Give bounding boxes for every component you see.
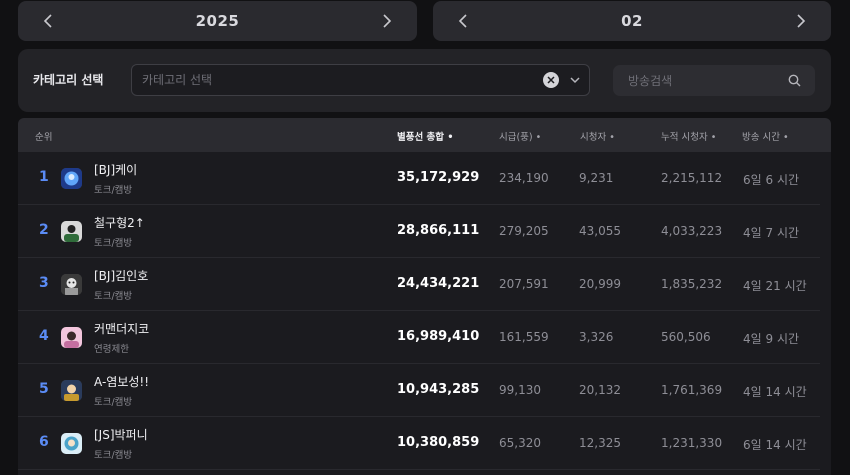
clear-icon[interactable]: [543, 72, 559, 88]
streamer-name[interactable]: 커맨더지코: [94, 320, 149, 337]
rank-number: 1: [39, 169, 49, 185]
streamer-category: 토크/캠방: [94, 291, 133, 302]
prev-year-button[interactable]: [38, 11, 58, 31]
rank-number: 4: [39, 328, 49, 344]
cumulative-viewers: 1,835,232: [661, 277, 723, 291]
hourly-balloons: 65,320: [499, 436, 541, 450]
ranking-table-body: 1 [BJ]케이 토크/캠방 35,172,929 234,190 9,231 …: [18, 152, 831, 475]
viewer-count: 20,132: [579, 383, 621, 397]
avatar[interactable]: [61, 221, 82, 242]
chevron-left-icon: [458, 14, 467, 28]
rank-number: 6: [39, 434, 49, 450]
streamer-name[interactable]: A-염보성!!: [94, 373, 149, 390]
broadcast-time: 6일 6 시간: [743, 173, 800, 187]
sort-dot-icon: •: [447, 132, 454, 143]
broadcast-time: 4일 7 시간: [743, 226, 800, 240]
table-scrollbar[interactable]: [820, 152, 823, 475]
hourly-balloons: 207,591: [499, 277, 549, 291]
category-input[interactable]: [142, 65, 522, 95]
table-row[interactable]: 6 [JS]박퍼니 토크/캠방 10,380,859 65,320 12,325…: [18, 417, 823, 470]
header-rank: 순위: [35, 132, 53, 143]
hourly-balloons: 99,130: [499, 383, 541, 397]
streamer-name[interactable]: [BJ]김인호: [94, 267, 148, 284]
header-total-sort[interactable]: 별풍선 총합 •: [397, 129, 453, 143]
rank-number: 3: [39, 275, 49, 291]
streamer-category: 토크/캠방: [94, 450, 133, 461]
avatar[interactable]: [61, 327, 82, 348]
total-balloons: 10,943,285: [397, 382, 480, 397]
broadcast-time: 4일 21 시간: [743, 279, 807, 293]
streamer-category: 연령제한: [94, 344, 129, 355]
sort-dot-icon: •: [783, 132, 789, 143]
year-selector: 2025: [18, 1, 417, 41]
rank-number: 5: [39, 381, 49, 397]
streamer-name[interactable]: [BJ]케이: [94, 161, 137, 178]
broadcast-search-box[interactable]: [613, 65, 815, 96]
streamer-category: 토크/캠방: [94, 397, 133, 408]
next-year-button[interactable]: [377, 11, 397, 31]
table-row[interactable]: 1 [BJ]케이 토크/캠방 35,172,929 234,190 9,231 …: [18, 152, 823, 205]
streamer-category: 토크/캠방: [94, 238, 133, 249]
avatar[interactable]: [61, 274, 82, 295]
broadcast-time: 4일 14 시간: [743, 385, 807, 399]
chevron-left-icon: [43, 14, 52, 28]
total-balloons: 16,989,410: [397, 329, 480, 344]
category-select[interactable]: [131, 64, 590, 96]
cumulative-viewers: 1,231,330: [661, 436, 723, 450]
total-balloons: 35,172,929: [397, 170, 480, 185]
prev-month-button[interactable]: [453, 11, 473, 31]
month-value: 02: [621, 12, 643, 30]
cumulative-viewers: 4,033,223: [661, 224, 723, 238]
header-hourly-sort[interactable]: 시급(풍) •: [499, 129, 541, 143]
total-balloons: 24,434,221: [397, 276, 480, 291]
chevron-down-icon[interactable]: [569, 74, 581, 86]
avatar[interactable]: [61, 168, 82, 189]
filter-panel: 카테고리 선택: [18, 49, 831, 112]
avatar[interactable]: [61, 433, 82, 454]
category-filter-label: 카테고리 선택: [33, 73, 104, 87]
search-icon[interactable]: [788, 74, 801, 87]
broadcast-search-input[interactable]: [628, 65, 788, 96]
cumulative-viewers: 2,215,112: [661, 171, 723, 185]
hourly-balloons: 234,190: [499, 171, 549, 185]
total-balloons: 10,380,859: [397, 435, 480, 450]
hourly-balloons: 161,559: [499, 330, 549, 344]
month-selector: 02: [433, 1, 831, 41]
header-cumulative-sort[interactable]: 누적 시청자 •: [661, 129, 716, 143]
streamer-name[interactable]: [JS]박퍼니: [94, 426, 148, 443]
chevron-right-icon: [383, 14, 392, 28]
streamer-name[interactable]: 철구형2↑: [94, 214, 145, 231]
table-row[interactable]: 2 철구형2↑ 토크/캠방 28,866,111 279,205 43,055 …: [18, 205, 823, 258]
streamer-category: 토크/캠방: [94, 185, 133, 196]
table-row[interactable]: 4 커맨더지코 연령제한 16,989,410 161,559 3,326 56…: [18, 311, 823, 364]
year-value: 2025: [195, 12, 240, 30]
viewer-count: 20,999: [579, 277, 621, 291]
cumulative-viewers: 1,761,369: [661, 383, 723, 397]
hourly-balloons: 279,205: [499, 224, 549, 238]
header-broadcast-time-sort[interactable]: 방송 시간 •: [742, 129, 789, 143]
rank-number: 2: [39, 222, 49, 238]
viewer-count: 9,231: [579, 171, 614, 185]
next-month-button[interactable]: [791, 11, 811, 31]
sort-dot-icon: •: [535, 132, 542, 143]
broadcast-time: 6일 14 시간: [743, 438, 807, 452]
sort-dot-icon: •: [609, 132, 615, 143]
table-row[interactable]: 5 A-염보성!! 토크/캠방 10,943,285 99,130 20,132…: [18, 364, 823, 417]
viewer-count: 3,326: [579, 330, 614, 344]
chevron-right-icon: [797, 14, 806, 28]
broadcast-time: 4일 9 시간: [743, 332, 800, 346]
avatar[interactable]: [61, 380, 82, 401]
viewer-count: 43,055: [579, 224, 621, 238]
cumulative-viewers: 560,506: [661, 330, 711, 344]
total-balloons: 28,866,111: [397, 223, 480, 238]
sort-dot-icon: •: [710, 132, 717, 143]
header-viewers-sort[interactable]: 시청자 •: [580, 129, 615, 143]
table-row[interactable]: 3 [BJ]김인호 토크/캠방 24,434,221 207,591 20,99…: [18, 258, 823, 311]
viewer-count: 12,325: [579, 436, 621, 450]
ranking-table-header: 순위 별풍선 총합 • 시급(풍) • 시청자 • 누적 시청자 • 방송 시간…: [18, 118, 831, 152]
